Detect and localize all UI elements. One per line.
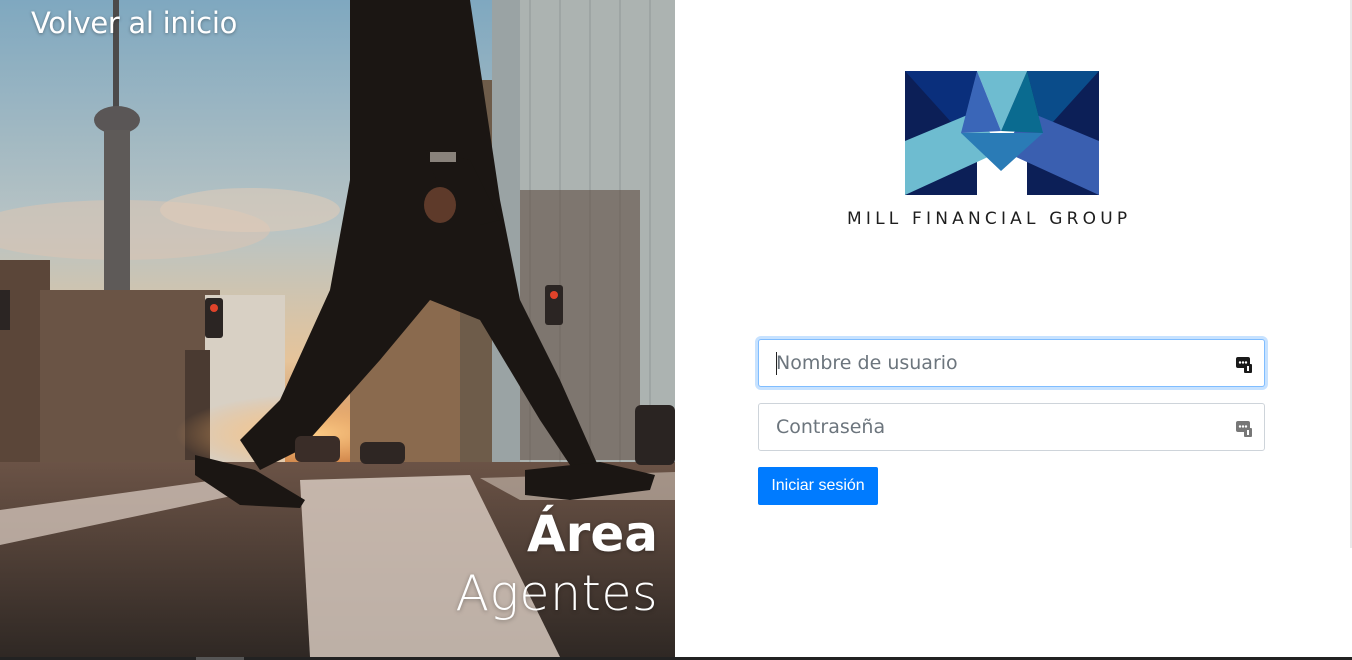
hero-image-panel: Volver al inicio Área Agentes — [0, 0, 675, 657]
keepass-icon[interactable] — [1236, 419, 1252, 437]
hero-title-line2: Agentes — [455, 565, 658, 622]
password-field[interactable] — [758, 403, 1265, 451]
username-input[interactable] — [759, 340, 1264, 386]
password-input[interactable] — [759, 404, 1264, 450]
login-button[interactable]: Iniciar sesión — [758, 467, 878, 505]
text-caret — [776, 352, 777, 375]
login-page: Volver al inicio Área Agentes MILL FINAN… — [0, 0, 1352, 660]
company-name: MILL FINANCIAL GROUP — [847, 209, 1132, 229]
username-field[interactable] — [758, 339, 1265, 387]
hero-title-line1: Área — [526, 505, 658, 563]
hero-title: Área Agentes — [455, 503, 658, 623]
company-logo — [905, 71, 1099, 195]
keepass-icon[interactable] — [1236, 355, 1252, 373]
login-panel: MILL FINANCIAL GROUP Iniciar sesión — [675, 0, 1352, 660]
back-home-link[interactable]: Volver al inicio — [31, 6, 237, 40]
